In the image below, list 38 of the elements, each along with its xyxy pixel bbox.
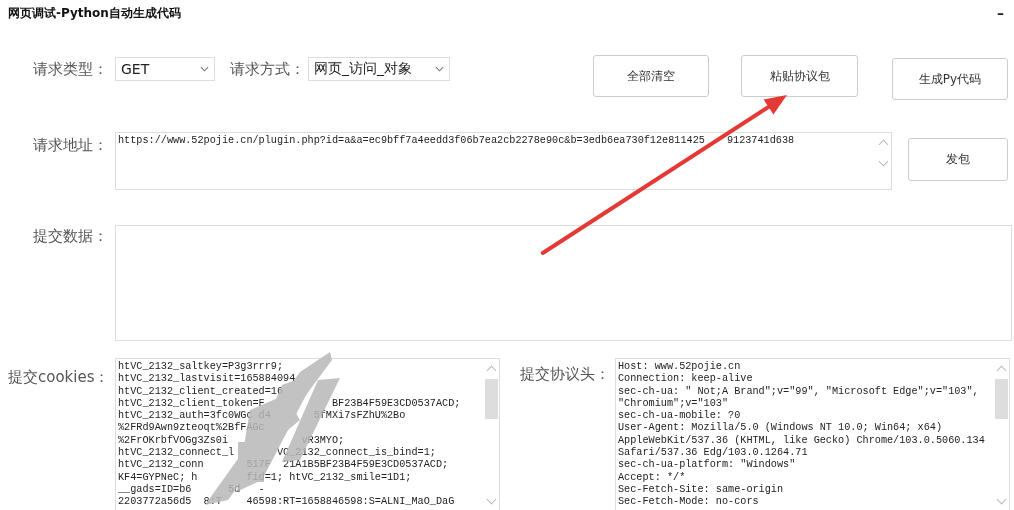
text-line: sec-ch-ua-platform: "Windows" [618,459,797,472]
request-type-dropdown[interactable]: GET [115,57,215,81]
action-button[interactable]: 粘贴协议包 [741,55,858,97]
window-title: 网页调试-Python自动生成代码 [8,4,181,22]
request-mode-dropdown[interactable]: 网页_访问_对象 [308,57,450,81]
url-text: https://www.52pojie.cn/plugin.php?id=a&a=ec9bff7a4eedd3f06b7ea2cb2278e90c&b=3edb6ea730f12e811425 [118,135,705,148]
text-line: Connection: keep-alive [618,373,754,386]
field-label: 提交协议头： [520,365,611,384]
field-label: 提交cookies： [8,368,111,387]
field-label: 请求类型： [33,60,109,79]
text-line: htVC_2132_client_token=F BF23B4F59E3CD0537ACD; [118,397,462,410]
text-line: sec-ch-ua: " Not;A Brand";v="99", "Microsoft Edge";v="103", [618,385,980,398]
text-line: AppleWebKit/537.36 (KHTML, like Gecko) Chrome/103.0.5060.134 [618,434,986,447]
field-label: 请求地址： [33,136,109,155]
chevron-down-icon [200,66,209,72]
text-line: htVC_2132_client_created=16 [118,385,285,398]
text-line: User-Agent: Mozilla/5.0 (Windows NT 10.0; Win64; x64) [618,422,943,435]
text-line: sec-ch-ua-mobile: ?0 [618,410,742,422]
text-line: Safari/537.36 Edg/103.0.1264.71 [618,447,809,459]
text-line: htVC_2132_saltkey=P3g3rrr9; [118,361,285,373]
text-line: Accept: */* [618,471,687,484]
send-button[interactable]: 发包 [908,138,1008,181]
post-data-field[interactable] [115,225,1012,341]
text-line: "Chromium";v="103" [618,397,730,410]
field-label: 请求方式： [230,60,306,79]
text-line: Sec-Fetch-Mode: no-cors [618,496,760,509]
action-button[interactable]: 生成Py代码 [892,58,1008,100]
text-line: Host: www.52pojie.cn [618,361,742,373]
text-line: 2203772a56d5 8:T 46598:RT=1658846598:S=ALNI_MaO_DaG [118,496,456,509]
field-label: 提交数据： [33,227,109,246]
text-line: Sec-Fetch-Site: same-origin [618,483,785,496]
headers-field[interactable] [615,358,1010,510]
chevron-down-icon [435,66,444,72]
action-button[interactable]: 全部清空 [593,55,709,97]
minimize-button[interactable]: – [997,5,1004,21]
url-text: 9123741d638 [726,135,795,148]
text-line: htVC_2132_lastvisit=165884094 [118,373,297,386]
url-field[interactable]: https://www.52pojie.cn/plugin.php?id=a&a=ec9bff7a4eedd3f06b7ea2cb2278e90c&b=3edb6ea730f12e811425 9123741d638 [115,132,892,190]
